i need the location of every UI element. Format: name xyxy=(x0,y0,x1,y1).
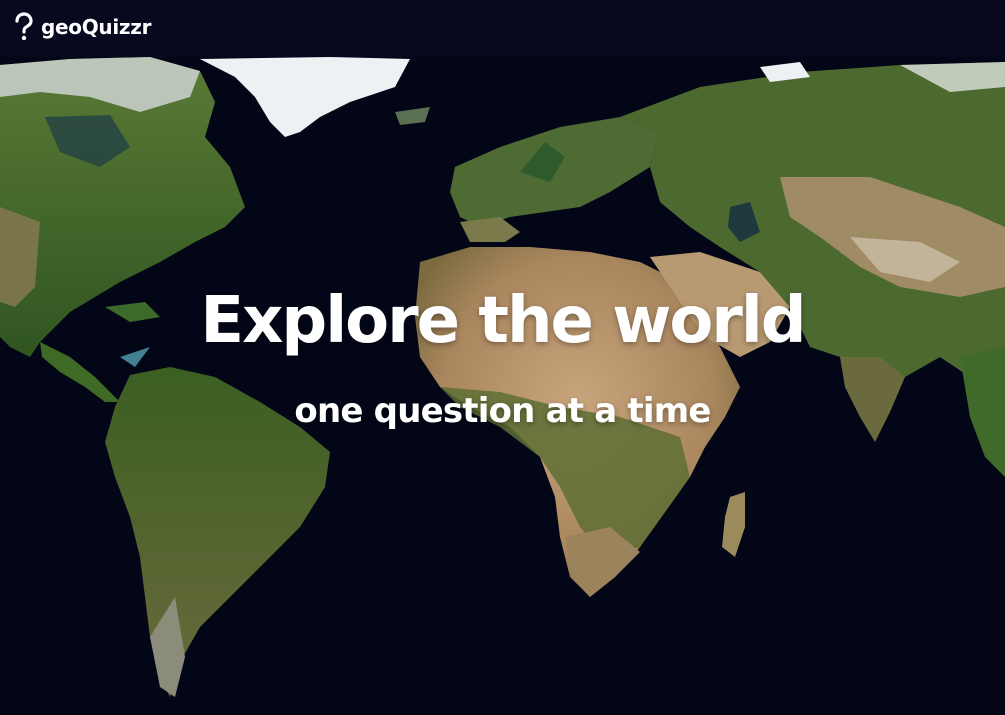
world-satellite-map xyxy=(0,57,1005,715)
home-logo-link[interactable]: geoQuizzr xyxy=(12,12,151,42)
question-mark-icon xyxy=(15,12,33,41)
brand-name: geoQuizzr xyxy=(41,15,152,39)
top-navigation-bar: geoQuizzr xyxy=(0,0,1005,57)
landing-page: geoQuizzr Explore the world one question… xyxy=(0,0,1005,715)
